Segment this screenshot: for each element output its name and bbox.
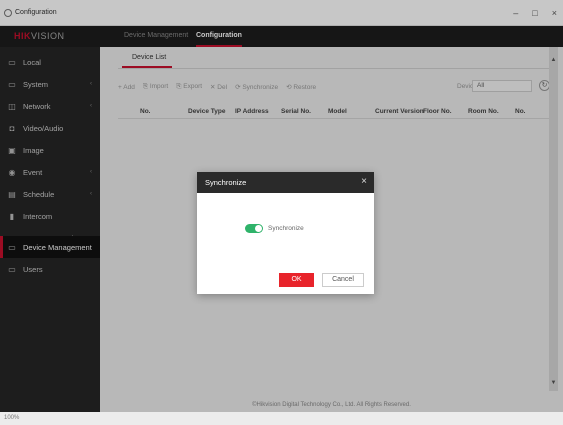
synchronize-dialog: Synchronize × Synchronize OK Cancel: [197, 172, 374, 294]
cancel-button[interactable]: Cancel: [322, 273, 364, 287]
ok-button[interactable]: OK: [279, 273, 314, 287]
dialog-header: Synchronize ×: [197, 172, 374, 193]
synchronize-toggle[interactable]: [245, 224, 263, 233]
dialog-title: Synchronize: [205, 178, 247, 187]
close-icon[interactable]: ×: [361, 176, 367, 187]
status-bar: 100%: [0, 412, 563, 425]
synchronize-toggle-row: Synchronize: [245, 224, 304, 233]
toggle-label: Synchronize: [268, 225, 304, 232]
